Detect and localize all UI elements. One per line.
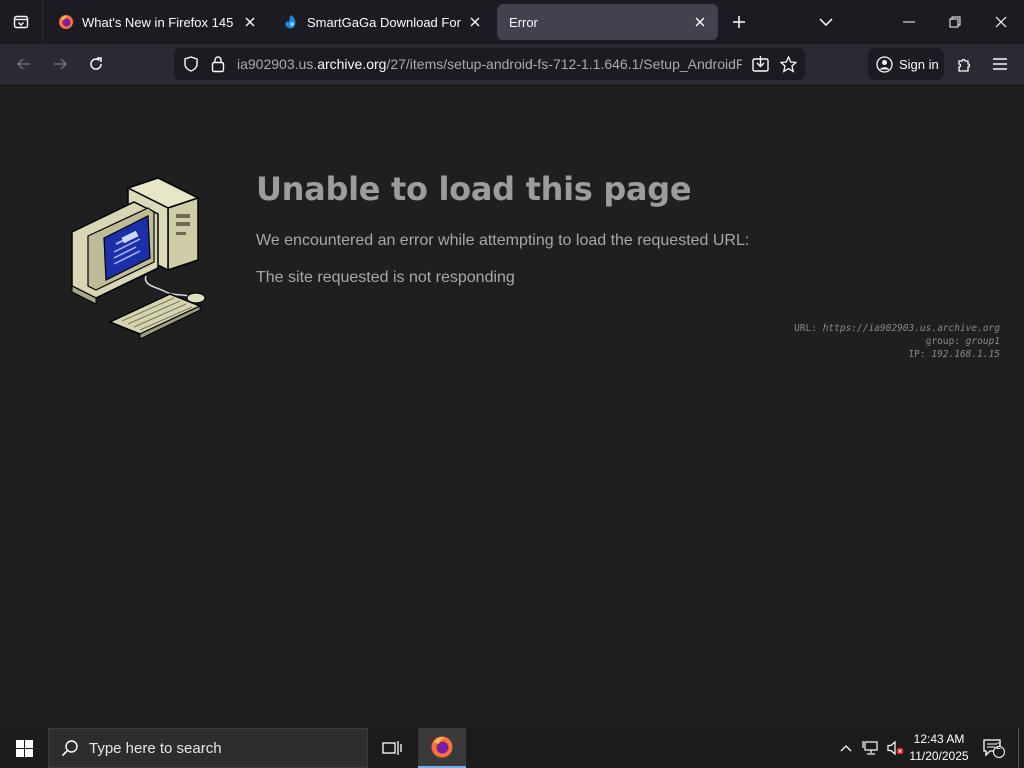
task-view-icon [382,741,402,755]
minimize-icon [903,21,915,23]
url-path: /27/items/setup-android-fs-712-1.1.646.1… [386,56,742,72]
taskbar-search-box[interactable]: Type here to search [48,728,368,768]
taskbar: Type here to search 12:43 AM 11/20/2025 … [0,728,1024,768]
tab-close-icon[interactable] [692,14,708,30]
network-status-button[interactable] [860,728,882,768]
forward-arrow-icon [54,58,68,70]
error-message: We encountered an error while attempting… [256,232,750,249]
error-details: URL: https://ia902903.us.archive.org gro… [794,322,1000,361]
navigation-toolbar: ia902903.us.archive.org/27/items/setup-a… [0,44,1024,86]
network-icon [862,741,878,755]
detail-ip-value: 192.168.1.15 [931,349,1000,360]
search-placeholder: Type here to search [89,739,222,757]
tab-overflow-button[interactable] [803,0,849,44]
show-hidden-icons-button[interactable] [836,728,856,768]
tab-whats-new[interactable]: What's New in Firefox 145 [46,4,268,40]
url-host: archive.org [317,56,387,72]
list-all-tabs-button[interactable] [0,0,43,44]
reload-button[interactable] [80,48,112,80]
tab-error[interactable]: Error [497,4,718,40]
computer-illustration [71,177,206,340]
tab-smartgaga[interactable]: SmartGaGa Download For PC (2 [271,4,493,40]
detail-group-value: group1 [965,336,1000,347]
system-clock[interactable]: 12:43 AM 11/20/2025 [902,731,976,765]
tab-title: What's New in Firefox 145 [82,14,234,30]
chevron-up-icon [840,745,852,752]
notification-icon [983,739,1005,758]
smartgaga-icon [285,15,296,29]
clock-time: 12:43 AM [913,732,965,746]
detail-group-label: group: [925,336,960,347]
firefox-icon [59,15,73,29]
detail-url-label: URL: [794,323,817,334]
start-button[interactable] [0,728,48,768]
error-reason: The site requested is not responding [256,269,515,286]
back-arrow-icon [16,58,30,70]
task-view-button[interactable] [368,728,416,768]
tracking-protection-shield-icon[interactable] [183,56,199,72]
tab-list-icon [13,15,29,29]
tab-close-icon[interactable] [242,14,258,30]
chevron-down-icon [819,18,833,26]
search-icon [61,740,78,757]
account-icon [876,55,893,73]
sign-in-button[interactable]: Sign in [868,48,944,80]
clock-date: 11/20/2025 [909,749,969,763]
tab-title: Error [509,14,538,30]
action-center-button[interactable]: 2 [978,728,1010,768]
puzzle-icon [957,58,970,72]
restore-icon [949,16,961,28]
taskbar-firefox-button[interactable] [418,728,466,768]
minimize-button[interactable] [886,0,932,44]
notification-count: 2 [996,741,1002,751]
show-desktop-button[interactable] [1018,728,1024,768]
plus-icon [733,16,745,28]
page-content: Unable to load this page We encountered … [0,86,1024,728]
firefox-icon [431,736,453,758]
detail-group: group: group1 [794,335,1000,348]
detail-url-value: https://ia902903.us.archive.org [822,323,1000,334]
tab-close-icon[interactable] [467,14,483,30]
tab-strip: What's New in Firefox 145 SmartGaGa Down… [0,0,1024,44]
bookmark-star-icon[interactable] [780,56,797,73]
download-page-icon[interactable] [752,56,769,73]
app-menu-button[interactable] [984,48,1016,80]
url-prefix: ia902903.us. [237,56,318,72]
sign-in-label: Sign in [899,56,939,72]
error-title: Unable to load this page [256,170,692,208]
back-button[interactable] [8,48,40,80]
restore-button[interactable] [932,0,978,44]
lock-icon[interactable] [211,55,225,73]
extensions-button[interactable] [948,48,980,80]
windows-logo-icon [15,739,33,757]
detail-ip: IP: 192.168.1.15 [794,348,1000,361]
forward-button[interactable] [44,48,76,80]
detail-url: URL: https://ia902903.us.archive.org [794,322,1000,335]
detail-ip-label: IP: [908,349,926,360]
tab-title: SmartGaGa Download For PC (2 [307,14,461,30]
hamburger-menu-icon [993,58,1007,70]
url-text[interactable]: ia902903.us.archive.org/27/items/setup-a… [237,56,742,72]
new-tab-button[interactable] [717,0,761,44]
close-window-button[interactable] [978,0,1024,44]
reload-icon [90,57,102,70]
close-icon [995,16,1007,28]
address-bar[interactable]: ia902903.us.archive.org/27/items/setup-a… [174,48,805,80]
